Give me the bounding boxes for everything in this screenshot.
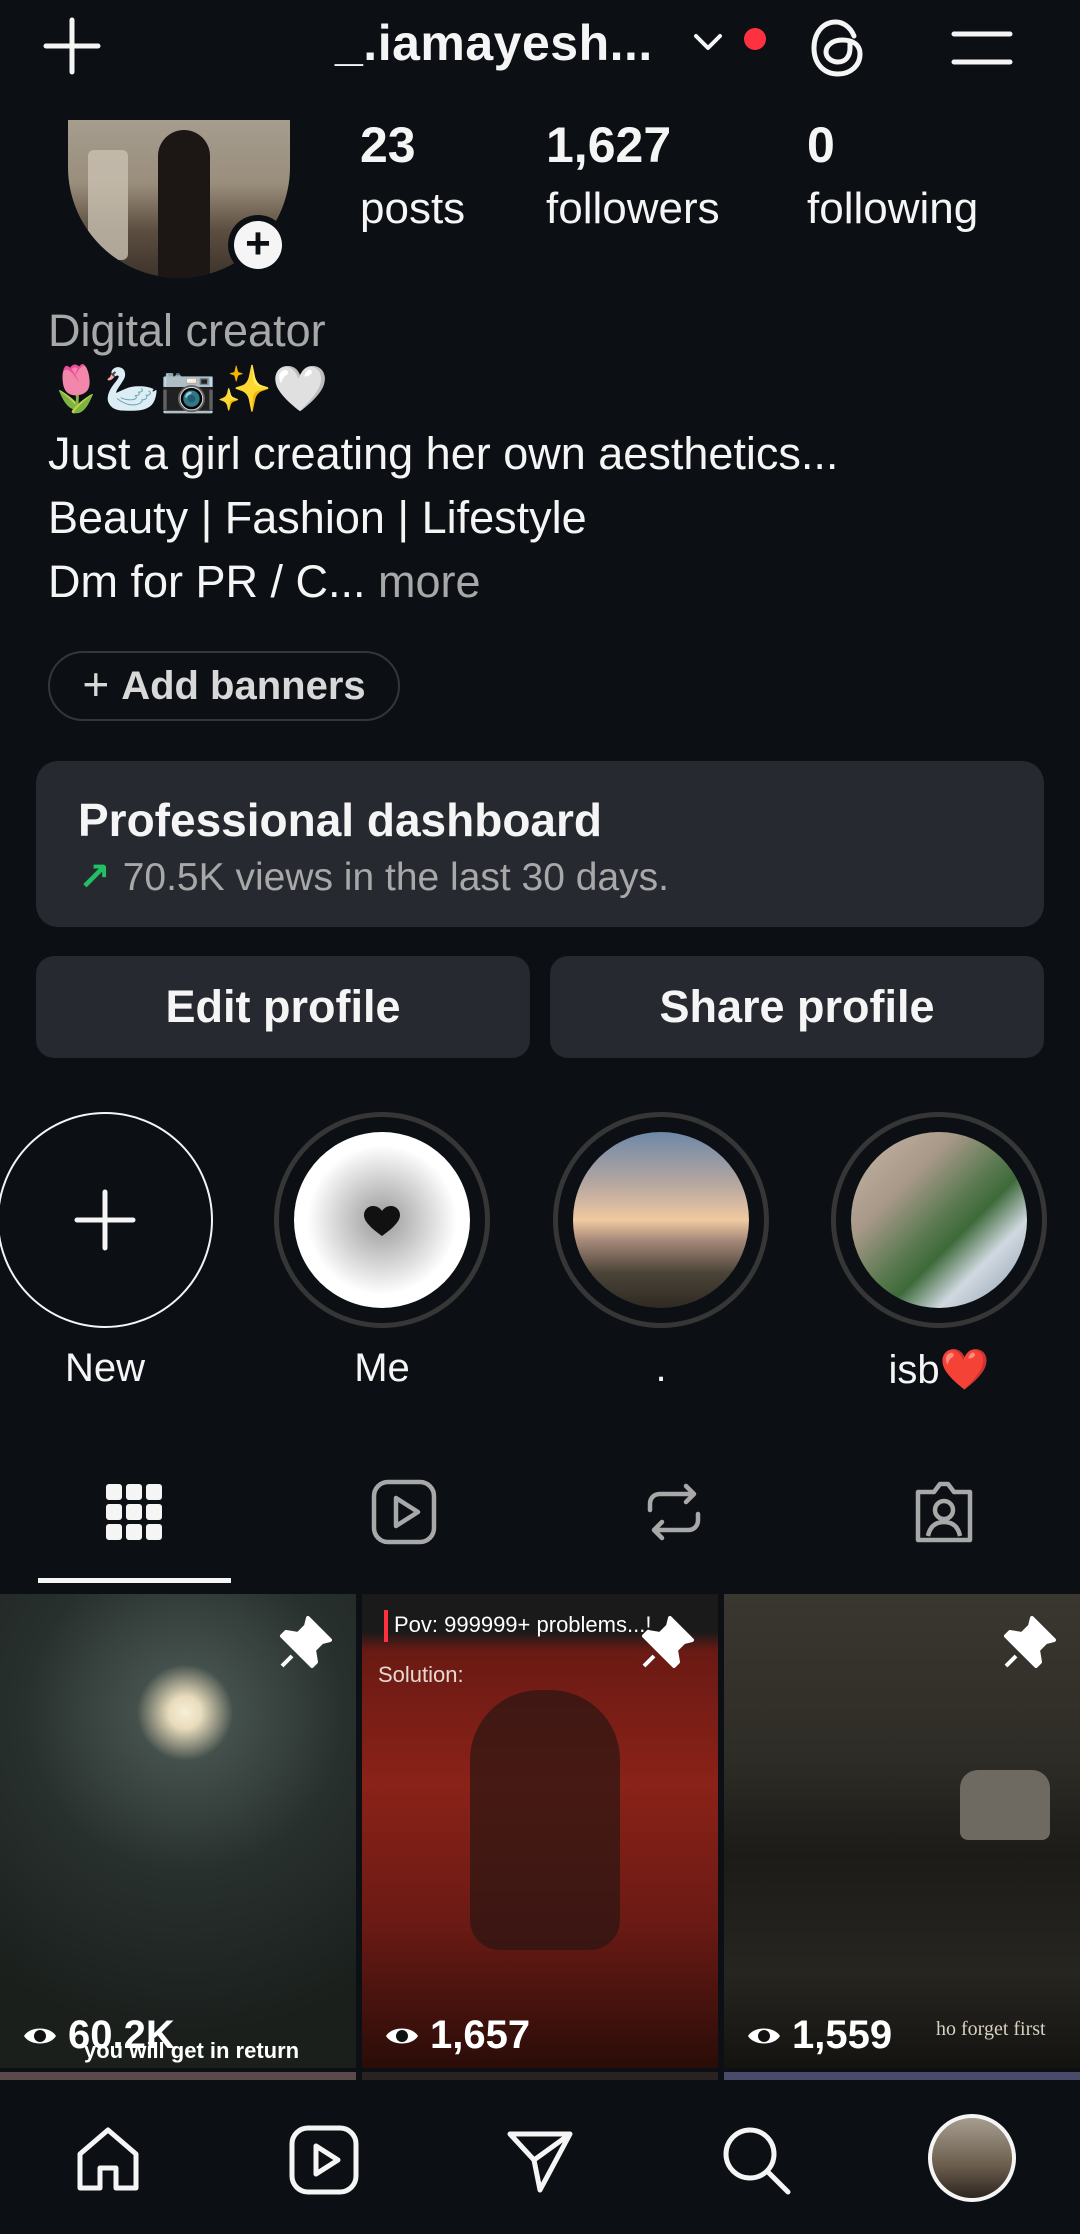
following-label[interactable]: following [807, 184, 978, 234]
plus-icon [74, 1189, 136, 1251]
threads-icon[interactable] [806, 16, 870, 80]
pin-icon [1004, 1616, 1056, 1668]
plus-icon: + [82, 658, 110, 710]
add-banners-button[interactable]: + Add banners [48, 651, 400, 721]
search-icon[interactable] [720, 2124, 792, 2196]
highlight-isb[interactable] [831, 1112, 1047, 1328]
add-banners-label: Add banners [121, 663, 366, 708]
dashboard-subtitle: ↗ 70.5K views in the last 30 days. [78, 855, 669, 900]
caption-bar [384, 1610, 388, 1642]
post-tile-1[interactable]: you will get in return 60.2K [0, 1594, 356, 2068]
car-shape [960, 1770, 1050, 1840]
bio-line-2: Beauty | Fashion | Lifestyle [48, 492, 587, 543]
post-overlay-sub: Solution: [378, 1662, 464, 1687]
post-views-count: 1,657 [430, 2013, 531, 2057]
views-icon [24, 2028, 56, 2043]
reposts-icon[interactable] [640, 1478, 708, 1546]
post-views-count: 60.2K [68, 2013, 175, 2057]
post-tile-3[interactable]: ho forget first 1,559 [724, 1594, 1080, 2068]
bio-line-1: Just a girl creating her own aesthetics.… [48, 428, 839, 479]
post-views: 1,559 [746, 2013, 892, 2058]
home-icon[interactable] [72, 2124, 144, 2196]
post-overlay-title: Pov: 999999+ problems...! [394, 1612, 652, 1637]
highlight-label-isb: isb❤️ [888, 1348, 990, 1392]
share-profile-button[interactable]: Share profile [550, 956, 1044, 1058]
post-caption: ho forget first [936, 2018, 1046, 2040]
following-count[interactable]: 0 [807, 116, 835, 174]
highlight-label-new: New [64, 1346, 146, 1390]
highlight-label-dot: . [655, 1346, 667, 1390]
create-plus-icon[interactable] [40, 14, 104, 78]
views-icon [748, 2028, 780, 2043]
pin-icon [280, 1616, 332, 1668]
trend-up-arrow-icon: ↗ [78, 856, 111, 899]
profile-category: Digital creator [48, 305, 326, 356]
active-tab-indicator [38, 1578, 231, 1583]
pin-icon [642, 1616, 694, 1668]
post-tile-2[interactable]: Pov: 999999+ problems...! Solution: 1,65… [362, 1594, 718, 2068]
post-views: 1,657 [384, 2013, 530, 2058]
post-views: 60.2K [22, 2013, 175, 2058]
heart-icon [364, 1206, 400, 1236]
bio-line-3: Dm for PR / C... more [48, 556, 481, 608]
menu-hamburger-icon[interactable] [950, 28, 1014, 68]
bio-more-link[interactable]: more [378, 556, 481, 607]
highlight-me[interactable] [274, 1112, 490, 1328]
grid-icon[interactable] [100, 1478, 168, 1546]
dashboard-views-text: 70.5K views in the last 30 days. [122, 856, 669, 899]
reels-icon[interactable] [370, 1478, 438, 1546]
bio-emojis: 🌷🦢📷✨🤍 [48, 363, 329, 414]
notification-dot [744, 28, 766, 50]
bio-line-3-text: Dm for PR / C... [48, 556, 366, 607]
person-silhouette [470, 1690, 620, 1950]
followers-label[interactable]: followers [546, 184, 720, 234]
posts-label[interactable]: posts [360, 184, 465, 234]
dashboard-title: Professional dashboard [78, 794, 603, 846]
reels-icon[interactable] [288, 2124, 360, 2196]
highlight-dot[interactable] [553, 1112, 769, 1328]
username-title[interactable]: _.iamayesh... [335, 14, 653, 72]
views-icon [386, 2028, 418, 2043]
professional-dashboard-card[interactable]: Professional dashboard ↗ 70.5K views in t… [36, 761, 1044, 927]
add-story-button[interactable]: + [228, 215, 288, 275]
chevron-down-icon[interactable] [690, 24, 726, 60]
tagged-icon[interactable] [910, 1478, 978, 1546]
new-highlight-button[interactable] [0, 1112, 213, 1328]
edit-profile-button[interactable]: Edit profile [36, 956, 530, 1058]
post-views-count: 1,559 [792, 2013, 893, 2057]
plus-icon: + [234, 221, 282, 269]
followers-count[interactable]: 1,627 [546, 116, 671, 174]
highlight-label-me: Me [354, 1346, 410, 1390]
profile-nav-avatar[interactable] [928, 2114, 1016, 2202]
send-icon[interactable] [504, 2124, 576, 2196]
posts-count[interactable]: 23 [360, 116, 416, 174]
